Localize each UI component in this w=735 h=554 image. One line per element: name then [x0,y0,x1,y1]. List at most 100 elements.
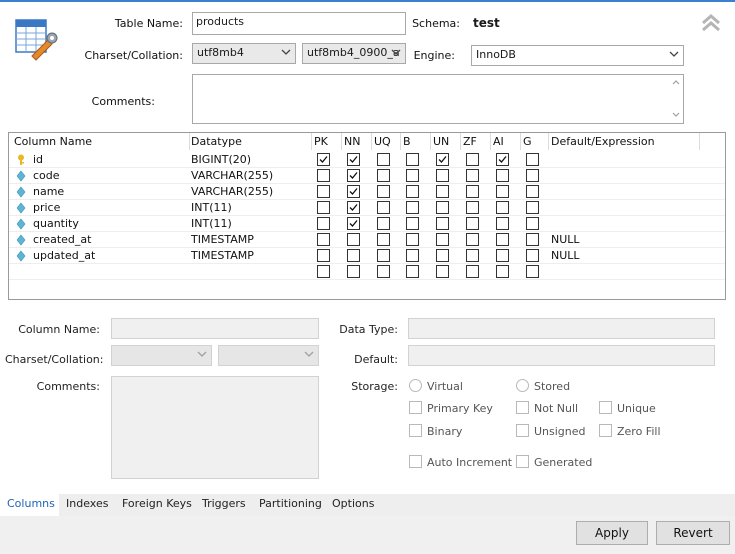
grid-cell-column-name[interactable]: quantity [33,217,79,230]
grid-un-checkbox[interactable] [436,233,449,246]
grid-header-datatype[interactable]: Datatype [191,135,242,148]
grid-pk-checkbox[interactable] [317,233,330,246]
zero-fill-checkbox[interactable] [599,424,612,437]
grid-cell-datatype[interactable]: VARCHAR(255) [191,169,273,182]
not-null-checkbox[interactable] [516,401,529,414]
grid-uq-checkbox[interactable] [377,153,390,166]
grid-nn-checkbox[interactable] [347,169,360,182]
grid-cell-default[interactable]: NULL [551,233,580,246]
grid-g-checkbox[interactable] [526,185,539,198]
grid-cell-column-name[interactable]: updated_at [33,249,95,262]
virtual-radio[interactable] [409,379,422,392]
grid-cell-datatype[interactable]: TIMESTAMP [191,233,254,246]
stored-radio[interactable] [516,379,529,392]
grid-cell-datatype[interactable]: VARCHAR(255) [191,185,273,198]
table-name-input[interactable]: products [192,12,406,35]
grid-cell-default[interactable]: NULL [551,249,580,262]
grid-ai-checkbox[interactable] [496,265,509,278]
engine-select[interactable]: InnoDB [471,45,684,66]
grid-zf-checkbox[interactable] [466,153,479,166]
grid-g-checkbox[interactable] [526,217,539,230]
grid-header-column-name[interactable]: Column Name [14,135,92,148]
grid-b-checkbox[interactable] [406,233,419,246]
grid-zf-checkbox[interactable] [466,185,479,198]
grid-g-checkbox[interactable] [526,249,539,262]
grid-cell-column-name[interactable]: name [33,185,64,198]
collation-select[interactable]: utf8mb4_0900_a [302,43,406,64]
grid-header-zf[interactable]: ZF [463,135,477,148]
grid-pk-checkbox[interactable] [317,201,330,214]
grid-zf-checkbox[interactable] [466,265,479,278]
grid-g-checkbox[interactable] [526,169,539,182]
grid-un-checkbox[interactable] [436,217,449,230]
grid-uq-checkbox[interactable] [377,169,390,182]
grid-un-checkbox[interactable] [436,185,449,198]
column-charset-select[interactable] [111,345,212,366]
grid-nn-checkbox[interactable] [347,233,360,246]
grid-pk-checkbox[interactable] [317,265,330,278]
column-name-input[interactable] [111,318,319,339]
grid-cell-datatype[interactable]: INT(11) [191,201,232,214]
grid-pk-checkbox[interactable] [317,249,330,262]
comments-scrollbar[interactable] [669,75,683,123]
unsigned-checkbox[interactable] [516,424,529,437]
grid-ai-checkbox[interactable] [496,233,509,246]
grid-ai-checkbox[interactable] [496,217,509,230]
tab-partitioning[interactable]: Partitioning [259,497,322,510]
grid-un-checkbox[interactable] [436,201,449,214]
column-comments-input[interactable] [111,376,319,479]
collapse-chevrons-icon[interactable] [700,12,722,34]
grid-b-checkbox[interactable] [406,169,419,182]
unique-checkbox[interactable] [599,401,612,414]
grid-nn-checkbox[interactable] [347,265,360,278]
grid-cell-column-name[interactable]: id [33,153,43,166]
grid-pk-checkbox[interactable] [317,185,330,198]
grid-uq-checkbox[interactable] [377,233,390,246]
revert-button[interactable]: Revert [656,521,730,545]
primary-key-checkbox[interactable] [409,401,422,414]
data-type-input[interactable] [408,318,715,339]
grid-pk-checkbox[interactable] [317,153,330,166]
grid-un-checkbox[interactable] [436,169,449,182]
grid-g-checkbox[interactable] [526,233,539,246]
column-collation-select[interactable] [218,345,319,366]
grid-nn-checkbox[interactable] [347,153,360,166]
grid-zf-checkbox[interactable] [466,249,479,262]
grid-ai-checkbox[interactable] [496,201,509,214]
grid-zf-checkbox[interactable] [466,201,479,214]
grid-header-un[interactable]: UN [433,135,449,148]
table-comments-input[interactable] [192,74,684,124]
grid-ai-checkbox[interactable] [496,169,509,182]
grid-zf-checkbox[interactable] [466,217,479,230]
grid-nn-checkbox[interactable] [347,249,360,262]
tab-triggers[interactable]: Triggers [202,497,246,510]
grid-g-checkbox[interactable] [526,153,539,166]
generated-checkbox[interactable] [516,455,529,468]
tab-columns[interactable]: Columns [7,497,55,510]
grid-un-checkbox[interactable] [436,249,449,262]
grid-uq-checkbox[interactable] [377,217,390,230]
grid-un-checkbox[interactable] [436,153,449,166]
grid-nn-checkbox[interactable] [347,201,360,214]
grid-zf-checkbox[interactable] [466,233,479,246]
grid-ai-checkbox[interactable] [496,185,509,198]
auto-increment-checkbox[interactable] [409,455,422,468]
grid-cell-datatype[interactable]: BIGINT(20) [191,153,251,166]
grid-cell-datatype[interactable]: TIMESTAMP [191,249,254,262]
grid-b-checkbox[interactable] [406,153,419,166]
grid-header-uq[interactable]: UQ [374,135,391,148]
grid-b-checkbox[interactable] [406,201,419,214]
grid-header-nn[interactable]: NN [344,135,360,148]
grid-pk-checkbox[interactable] [317,169,330,182]
grid-g-checkbox[interactable] [526,265,539,278]
grid-cell-column-name[interactable]: created_at [33,233,91,246]
tab-foreign-keys[interactable]: Foreign Keys [122,497,192,510]
apply-button[interactable]: Apply [576,521,648,545]
grid-pk-checkbox[interactable] [317,217,330,230]
grid-header-b[interactable]: B [403,135,411,148]
tab-options[interactable]: Options [332,497,374,510]
grid-b-checkbox[interactable] [406,265,419,278]
grid-header-ai[interactable]: AI [493,135,504,148]
grid-ai-checkbox[interactable] [496,153,509,166]
grid-b-checkbox[interactable] [406,217,419,230]
